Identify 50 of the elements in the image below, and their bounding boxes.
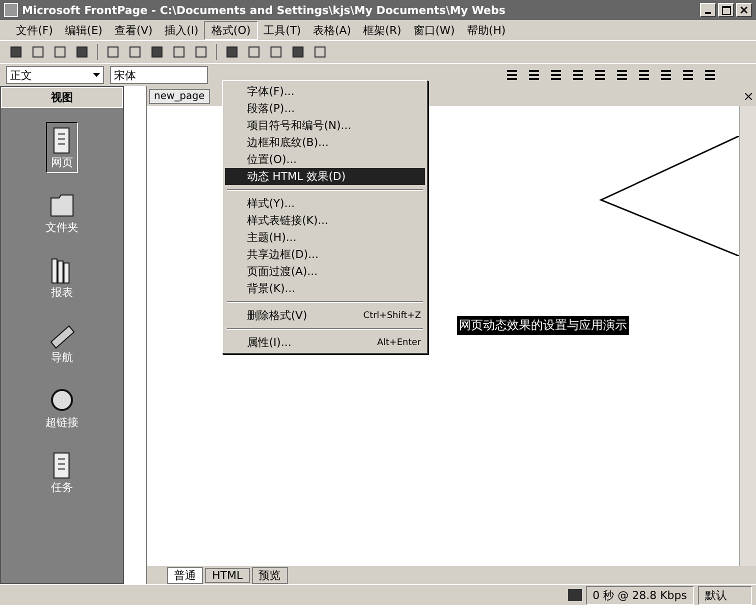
menu-entry[interactable]: 样式表链接(K)... — [225, 212, 425, 229]
menu-entry[interactable]: 样式(Y)... — [225, 195, 425, 212]
menu-item[interactable]: 工具(T) — [258, 22, 307, 38]
menu-item[interactable]: 格式(O) — [204, 20, 258, 40]
menu-entry[interactable]: 页面过渡(A)... — [225, 263, 425, 280]
close-icon — [740, 6, 748, 14]
menu-entry[interactable]: 共享边框(D)... — [225, 246, 425, 263]
maximize-icon — [722, 6, 730, 14]
menu-entry[interactable]: 背景(K)... — [225, 280, 425, 297]
view-item[interactable]: 文件夹 — [42, 187, 82, 238]
menu-item[interactable]: 文件(F) — [10, 22, 59, 38]
menu-item[interactable]: 插入(I) — [158, 22, 204, 38]
view-item[interactable]: 超链接 — [42, 382, 82, 433]
menu-entry[interactable]: 项目符号和编号(N)... — [225, 117, 425, 134]
menu-entry[interactable]: 删除格式(V) Ctrl+Shift+Z — [225, 307, 425, 324]
download-time: 0 秒 @ 28.8 Kbps — [586, 586, 694, 604]
view-item[interactable]: 网页 — [46, 122, 78, 173]
menu-entry[interactable]: 主题(H)... — [225, 229, 425, 246]
modem-icon — [568, 589, 582, 601]
view-tab[interactable]: HTML — [205, 568, 250, 582]
menu-entry[interactable]: 字体(F)... — [225, 83, 425, 100]
maximize-button[interactable] — [718, 3, 734, 17]
views-title: 视图 — [1, 87, 123, 108]
minimize-button[interactable] — [700, 3, 716, 17]
mode-indicator: 默认 — [698, 586, 752, 604]
menu-item[interactable]: 表格(A) — [306, 22, 358, 38]
menu-item[interactable]: 窗口(W) — [407, 22, 461, 38]
view-item[interactable]: 报表 — [46, 252, 78, 303]
view-tab[interactable]: 预览 — [252, 566, 288, 584]
view-item[interactable]: 任务 — [46, 447, 78, 498]
font-dropdown[interactable]: 宋体 — [110, 66, 208, 84]
menu-item[interactable]: 帮助(H) — [460, 22, 512, 38]
page-text: 网页动态效果的设置与应用演示 — [457, 316, 629, 335]
app-icon — [4, 3, 18, 17]
menu-entry[interactable]: 位置(O)... — [225, 151, 425, 168]
menu-entry[interactable]: 段落(P)... — [225, 100, 425, 117]
window-title: Microsoft FrontPage - C:\Documents and Settings\kjs\My Documents\My Webs — [22, 4, 506, 16]
scrollbar[interactable] — [739, 106, 756, 566]
view-tab[interactable]: 普通 — [167, 566, 203, 584]
menu-item[interactable]: 框架(R) — [357, 22, 408, 38]
menu-entry[interactable]: 动态 HTML 效果(D) — [225, 168, 425, 185]
caret-icon — [93, 73, 100, 77]
menu-entry[interactable]: 属性(I)... Alt+Enter — [225, 334, 425, 351]
menu-entry[interactable]: 边框和底纹(B)... — [225, 134, 425, 151]
document-tab[interactable]: new_page — [149, 88, 210, 104]
menu-item[interactable]: 编辑(E) — [58, 22, 108, 38]
close-button[interactable] — [736, 3, 752, 17]
view-item[interactable]: 导航 — [46, 317, 78, 368]
menu-item[interactable]: 查看(V) — [108, 22, 159, 38]
style-dropdown[interactable]: 正文 — [6, 66, 104, 84]
